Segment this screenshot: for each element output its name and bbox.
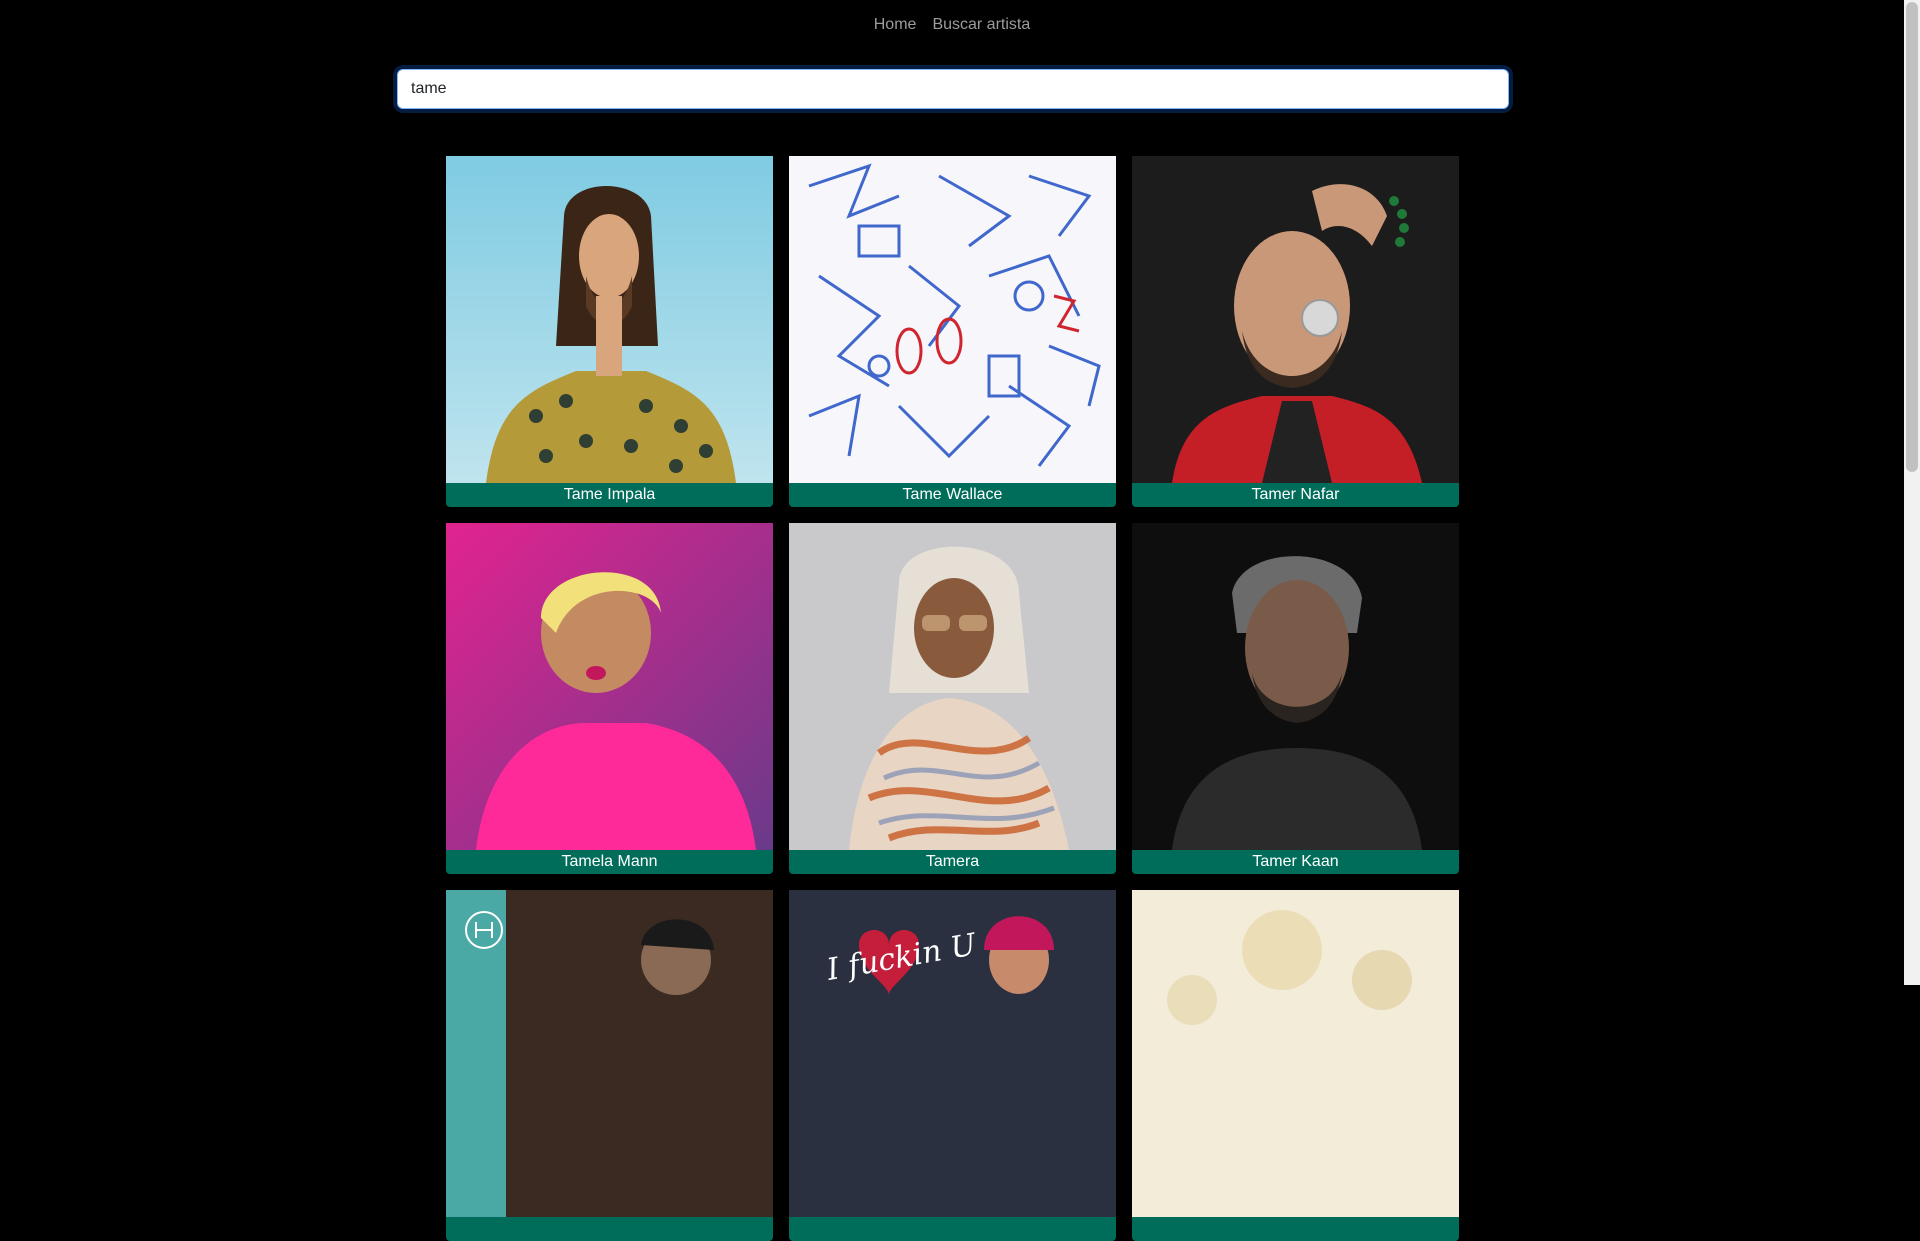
artist-name [446,1217,773,1241]
artist-name [789,1217,1116,1241]
artist-name: Tame Impala [446,483,773,507]
artist-name: Tamela Mann [446,850,773,874]
artist-photo [1132,156,1459,483]
artist-photo [446,523,773,850]
artist-name [1132,1217,1459,1241]
nav-search-artist-link[interactable]: Buscar artista [932,16,1030,34]
artist-card[interactable]: Tame Wallace [789,156,1116,507]
artist-search-input[interactable] [397,69,1509,109]
artist-photo [1132,523,1459,850]
artist-name: Tamera [789,850,1116,874]
artist-photo [1132,890,1459,1217]
scrollbar-thumb[interactable] [1906,2,1918,472]
nav-home-link[interactable]: Home [874,16,917,34]
artist-photo [446,890,773,1217]
artist-photo [789,523,1116,850]
page-scrollbar[interactable] [1904,0,1920,985]
artist-card[interactable]: Tamer Nafar [1132,156,1459,507]
top-nav: Home Buscar artista [0,0,1904,50]
search-container [397,69,1509,109]
artist-card[interactable] [1132,890,1459,1241]
artist-name: Tamer Nafar [1132,483,1459,507]
artist-grid: Tame Impala Tame Wallace Tamer Nafar Tam… [446,156,1460,1241]
artist-name: Tamer Kaan [1132,850,1459,874]
artist-card[interactable]: Tamera [789,523,1116,874]
artist-photo: I fuckin U [789,890,1116,1217]
artist-card[interactable]: Tame Impala [446,156,773,507]
artist-card[interactable] [446,890,773,1241]
artist-photo [446,156,773,483]
artist-photo [789,156,1116,483]
artist-card[interactable]: Tamer Kaan [1132,523,1459,874]
artist-name: Tame Wallace [789,483,1116,507]
artist-card[interactable]: Tamela Mann [446,523,773,874]
artist-card[interactable]: I fuckin U [789,890,1116,1241]
